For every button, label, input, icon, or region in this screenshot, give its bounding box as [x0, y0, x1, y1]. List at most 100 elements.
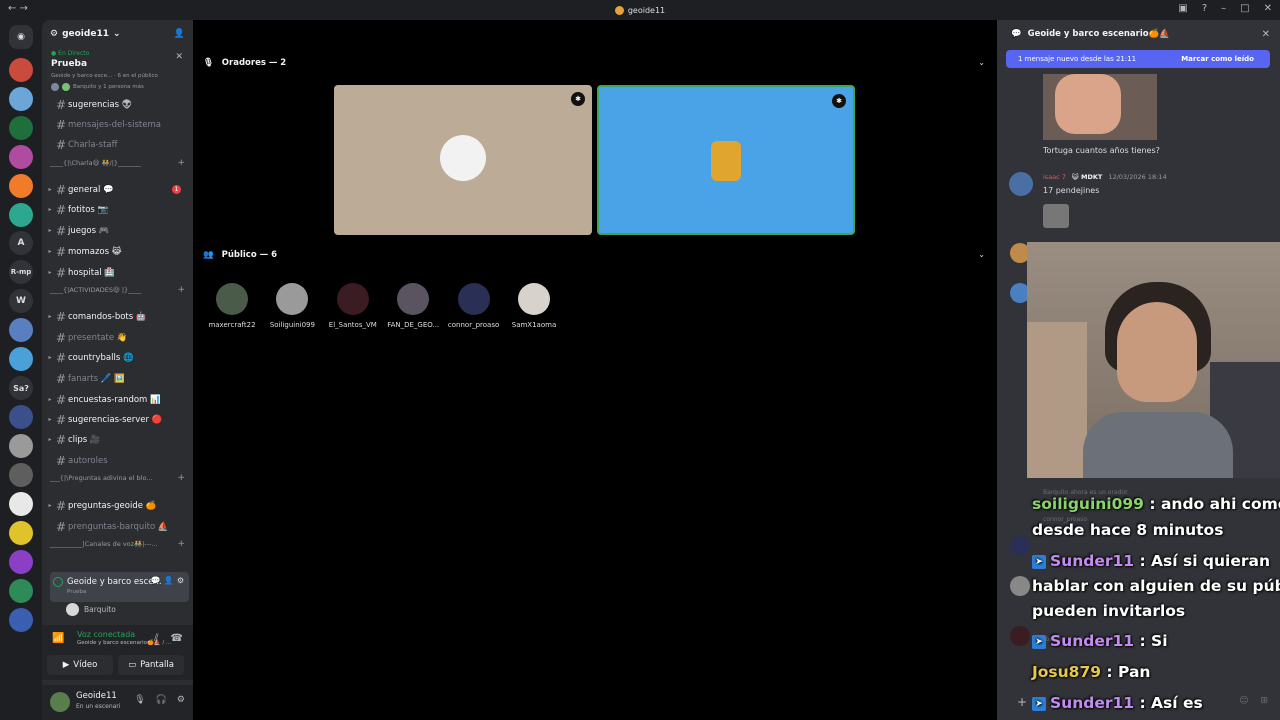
avatar[interactable] [50, 692, 70, 712]
noise-suppression-icon[interactable]: ⫽ [154, 633, 158, 644]
mark-read-button[interactable]: Marcar como leído [1181, 55, 1254, 63]
avatar[interactable] [1010, 536, 1030, 556]
server-icon[interactable] [9, 463, 33, 487]
audience-member[interactable]: SamX1aoma [504, 283, 564, 329]
server-header[interactable]: ⚙ geoide11 ⌄ 👤 [42, 20, 193, 48]
chat-icon[interactable]: 💬 [151, 576, 161, 585]
server-icon[interactable] [9, 550, 33, 574]
chevron-right-icon: ▸ [48, 227, 52, 234]
channel-item[interactable]: # mensajes-del-sistema [46, 115, 189, 134]
server-settings-icon: ⚙ [50, 29, 59, 39]
hash-icon: # [55, 453, 67, 468]
speaker-tile[interactable]: ✱ [334, 85, 592, 235]
speaker-tile[interactable]: ✱ [597, 85, 855, 235]
add-member-icon[interactable]: 👤 [174, 29, 185, 39]
channel-item[interactable]: # fanarts 🖊️ 🖼️ [46, 369, 189, 388]
channel-item[interactable]: # sugerencias 👽 [46, 95, 189, 114]
maximize-icon[interactable]: □ [1240, 3, 1249, 14]
close-window-icon[interactable]: ✕ [1264, 3, 1272, 14]
channel-name: prenguntas-barquito ⛵ [68, 521, 169, 532]
channel-item[interactable]: # presentate 👋 [46, 328, 189, 347]
help-icon[interactable]: ? [1202, 3, 1207, 14]
channel-item[interactable]: ▸ # clips 🎥 [46, 430, 189, 449]
server-icon[interactable] [9, 116, 33, 140]
channel-item[interactable]: ▸ # fotitos 📷 [46, 200, 189, 219]
audience-member[interactable]: connor_proaso [444, 283, 504, 329]
close-icon[interactable]: ✕ [175, 52, 183, 62]
server-icon[interactable] [9, 521, 33, 545]
audience-member[interactable]: Soiliguini099 [262, 283, 322, 329]
chevron-down-icon[interactable]: ⌄ [978, 250, 985, 259]
category-header[interactable]: __________|Canales de voz🧑‍🤝‍🧑|---... + [50, 538, 189, 550]
channel-item[interactable]: ▸ # hospital 🏥 [46, 263, 189, 282]
server-icon[interactable] [9, 492, 33, 516]
apps-icon[interactable]: ⊞ [1260, 696, 1268, 706]
server-icon[interactable] [9, 87, 33, 111]
chevron-down-icon[interactable]: ⌄ [978, 58, 985, 67]
channel-item[interactable]: # prenguntas-barquito ⛵ [46, 517, 189, 536]
screen-share-button[interactable]: ▭ Pantalla [118, 655, 184, 675]
channel-item[interactable]: ▸ # encuestas-random 📊 [46, 390, 189, 409]
discord-home-icon[interactable]: ◉ [9, 25, 33, 49]
audience-member[interactable]: maxercraft22 [202, 283, 262, 329]
server-icon[interactable] [9, 608, 33, 632]
server-icon[interactable]: R-mp [9, 260, 33, 284]
channel-item[interactable]: ▸ # momazos 😹 [46, 242, 189, 261]
signal-icon: 📶 [52, 633, 65, 644]
add-channel-icon[interactable]: + [177, 285, 185, 295]
emoji-icon[interactable]: ☺ [1239, 696, 1248, 706]
close-icon[interactable]: ✕ [1262, 29, 1270, 40]
minimize-icon[interactable]: – [1221, 3, 1226, 14]
add-attachment-icon[interactable]: + [1017, 695, 1027, 709]
channel-item[interactable]: # Charla-staff [46, 135, 189, 154]
overlay-chat-line: hablar con alguien de su público [1032, 577, 1280, 595]
audience-name: Soiliguini099 [269, 321, 315, 329]
add-channel-icon[interactable]: + [177, 473, 185, 483]
gear-icon[interactable]: ⚙ [177, 695, 185, 705]
inbox-icon[interactable]: ▣ [1178, 3, 1187, 14]
category-header[interactable]: ___{|\Preguntas adivina el blo... + [50, 472, 189, 484]
server-icon[interactable] [9, 434, 33, 458]
server-icon[interactable] [9, 58, 33, 82]
hash-icon: # [55, 244, 67, 259]
server-icon[interactable] [9, 174, 33, 198]
server-icon[interactable] [9, 145, 33, 169]
avatar[interactable] [1010, 576, 1030, 596]
channel-item[interactable]: ▸ # sugerencias-server 🔴 [46, 410, 189, 429]
add-channel-icon[interactable]: + [177, 539, 185, 549]
avatar[interactable] [1010, 626, 1030, 646]
voice-channel-active[interactable]: Geoide y barco esce... Prueba 💬 👤 ⚙ [50, 572, 189, 602]
channel-item[interactable]: # autoroles [46, 451, 189, 470]
video-button[interactable]: ▶ Vídeo [47, 655, 113, 675]
channel-item[interactable]: ▸ # countryballs 🌐 [46, 348, 189, 367]
channel-item[interactable]: ▸ # preguntas-geoide 🍊 [46, 496, 189, 515]
channel-item[interactable]: ▸ # general 💬 1 [46, 180, 189, 199]
server-icon[interactable] [9, 347, 33, 371]
disconnect-icon[interactable]: ☎ [171, 633, 183, 644]
category-header[interactable]: ____{|ACTIVIDADES😃 |}____ + [50, 284, 189, 296]
back-forward-icon[interactable]: ← → [8, 3, 28, 14]
channel-item[interactable]: ▸ # comandos-bots 🤖 [46, 307, 189, 326]
headphones-icon[interactable]: 🎧 [156, 695, 167, 705]
channel-item[interactable]: ▸ # juegos 🎮 [46, 221, 189, 240]
settings-icon[interactable]: ⚙ [177, 576, 184, 585]
server-icon[interactable] [9, 579, 33, 603]
voice-member[interactable]: Barquito [66, 603, 116, 616]
audience-member[interactable]: El_Santos_VM [323, 283, 383, 329]
audience-member[interactable]: FAN_DE_GEO... [383, 283, 443, 329]
server-icon[interactable] [9, 203, 33, 227]
server-icon[interactable] [9, 405, 33, 429]
add-channel-icon[interactable]: + [177, 158, 185, 168]
avatar[interactable] [1009, 172, 1033, 196]
category-header[interactable]: ____{|\Charla😃 🧑‍🤝‍🧑/|}_______ + [50, 157, 189, 169]
server-icon[interactable]: W [9, 289, 33, 313]
avatar [518, 283, 550, 315]
server-icon[interactable]: A [9, 231, 33, 255]
audience-name: El_Santos_VM [328, 321, 377, 329]
new-messages-bar[interactable]: 1 mensaje nuevo desde las 21:11 Marcar c… [1006, 50, 1270, 68]
channel-name: fanarts 🖊️ 🖼️ [68, 373, 125, 384]
microphone-icon[interactable]: 🎙 [134, 695, 145, 705]
server-icon[interactable] [9, 318, 33, 342]
server-icon[interactable]: Sa? [9, 376, 33, 400]
invite-icon[interactable]: 👤 [164, 576, 174, 585]
